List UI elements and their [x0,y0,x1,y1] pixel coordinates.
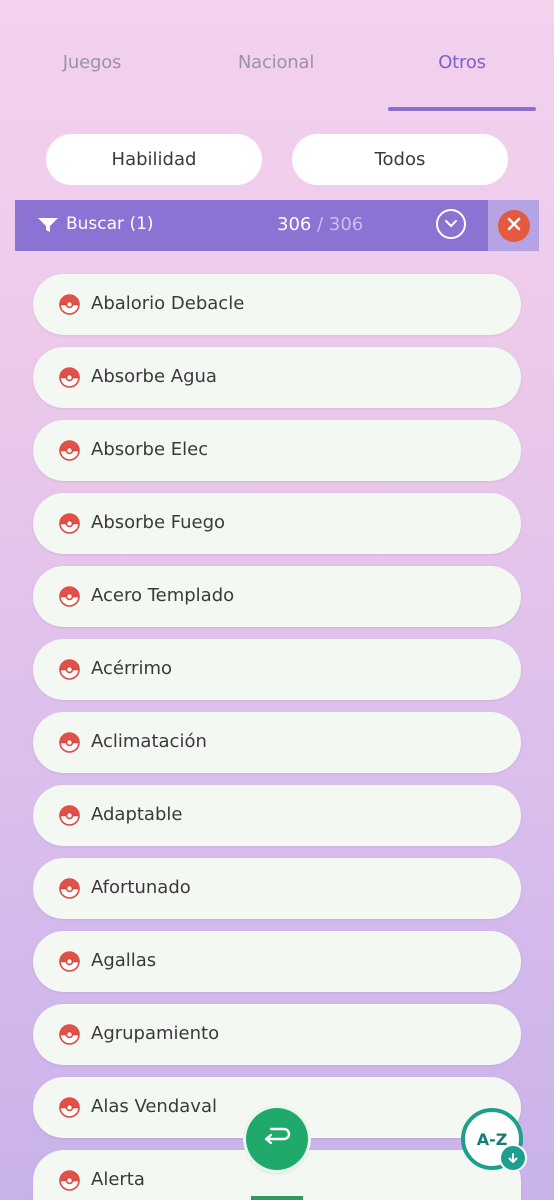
scope-filter-label: Todos [374,149,426,170]
pokeball-icon [59,367,80,388]
pokeball-icon [59,951,80,972]
bottom-edge-indicator [251,1196,303,1200]
result-count-total: / 306 [311,214,364,235]
list-item[interactable]: Absorbe Agua [33,347,521,408]
ability-name: Afortunado [91,877,191,898]
close-icon [507,216,521,235]
category-filter-label: Habilidad [111,149,197,170]
pokeball-icon [59,878,80,899]
list-item[interactable]: Acérrimo [33,639,521,700]
result-count-shown: 306 [277,214,312,235]
ability-name: Abalorio Debacle [91,293,245,314]
list-item[interactable]: Afortunado [33,858,521,919]
tab-juegos[interactable]: Juegos [0,52,184,112]
tab-label: Otros [438,52,486,73]
list-item[interactable]: Absorbe Elec [33,420,521,481]
ability-name: Aclimatación [91,731,207,752]
scope-filter-button[interactable]: Todos [292,134,508,185]
pokeball-icon [59,659,80,680]
ability-name: Acérrimo [91,658,172,679]
sort-label: A-Z [476,1129,508,1149]
pokeball-icon [59,732,80,753]
back-button[interactable] [246,1108,308,1170]
arrow-down-icon [499,1144,527,1172]
list-item[interactable]: Abalorio Debacle [33,274,521,335]
pokeball-icon [59,440,80,461]
list-item[interactable]: Agallas [33,931,521,992]
ability-name: Alas Vendaval [91,1096,217,1117]
funnel-icon [37,217,59,237]
chevron-down-icon[interactable] [436,209,466,239]
ability-name: Absorbe Fuego [91,512,226,533]
pokeball-icon [59,586,80,607]
pokeball-icon [59,805,80,826]
ability-name: Acero Templado [91,585,235,606]
ability-name: Agrupamiento [91,1023,220,1044]
list-item[interactable]: Aclimatación [33,712,521,773]
ability-name: Absorbe Elec [91,439,209,460]
ability-name: Adaptable [91,804,183,825]
list-item[interactable]: Absorbe Fuego [33,493,521,554]
ability-name: Absorbe Agua [91,366,217,387]
pokeball-icon [59,1024,80,1045]
pokeball-icon [59,294,80,315]
pokeball-icon [59,1097,80,1118]
clear-search-button[interactable] [497,209,530,242]
tab-label: Nacional [237,52,315,73]
ability-name: Alerta [91,1169,145,1190]
clear-search-area [488,200,539,251]
return-arrow-icon [262,1126,292,1152]
tab-label: Juegos [62,52,122,73]
search-bar[interactable]: Buscar (1) 306 / 306 [15,200,488,251]
active-tab-indicator [388,107,536,111]
tab-bar: Juegos Nacional Otros [0,0,554,112]
list-item[interactable]: Acero Templado [33,566,521,627]
result-count: 306 / 306 [277,214,363,235]
ability-name: Agallas [91,950,157,971]
pokeball-icon [59,513,80,534]
list-item[interactable]: Agrupamiento [33,1004,521,1065]
tab-nacional[interactable]: Nacional [184,52,368,112]
search-label: Buscar (1) [66,214,154,234]
pokeball-icon [59,1170,80,1191]
tab-otros[interactable]: Otros [370,52,554,112]
list-item[interactable]: Adaptable [33,785,521,846]
category-filter-button[interactable]: Habilidad [46,134,262,185]
sort-button[interactable]: A-Z [461,1108,527,1172]
